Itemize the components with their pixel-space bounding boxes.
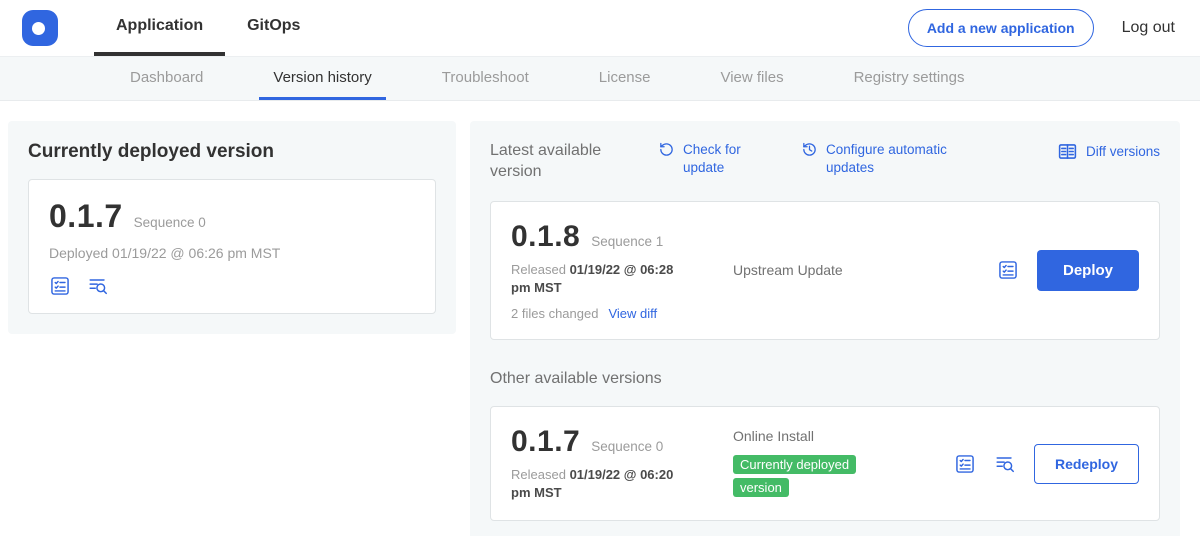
file-search-icon[interactable] — [87, 275, 109, 297]
release-notes-icon[interactable] — [49, 275, 71, 297]
subnav-item-dashboard[interactable]: Dashboard — [116, 57, 217, 100]
other-version-number: 0.1.7 — [511, 425, 580, 459]
other-release-card: 0.1.7 Sequence 0 Released 01/19/22 @ 06:… — [490, 406, 1160, 521]
app-logo[interactable] — [22, 10, 58, 46]
other-released-date: Released 01/19/22 @ 06:20 pm MST — [511, 466, 689, 502]
status-badge-wrap: Currently deployed version — [733, 453, 873, 499]
main-content: Currently deployed version 0.1.7 Sequenc… — [0, 101, 1200, 536]
other-version-row: 0.1.7 Sequence 0 — [511, 425, 733, 459]
header-tabs: Application GitOps — [94, 0, 322, 56]
check-for-update-label: Check for update — [683, 141, 755, 176]
latest-sequence: Sequence 1 — [591, 234, 663, 249]
currently-deployed-title: Currently deployed version — [28, 141, 436, 163]
latest-version-row: 0.1.8 Sequence 1 — [511, 220, 733, 254]
subnav-item-license[interactable]: License — [585, 57, 665, 100]
currently-deployed-panel: Currently deployed version 0.1.7 Sequenc… — [8, 121, 456, 334]
other-release-info: 0.1.7 Sequence 0 Released 01/19/22 @ 06:… — [511, 425, 733, 502]
diff-versions-link[interactable]: Diff versions — [1057, 141, 1160, 162]
latest-release-card: 0.1.8 Sequence 1 Released 01/19/22 @ 06:… — [490, 201, 1160, 340]
release-notes-icon[interactable] — [997, 259, 1019, 281]
configure-automatic-updates-label: Configure automatic updates — [826, 141, 958, 176]
subnav-item-version-history[interactable]: Version history — [259, 57, 385, 100]
subnav-item-registry-settings[interactable]: Registry settings — [840, 57, 979, 100]
logout-link[interactable]: Log out — [1122, 19, 1175, 37]
latest-files-row: 2 files changed View diff — [511, 306, 733, 321]
file-search-icon[interactable] — [994, 453, 1016, 475]
other-release-source-block: Online Install Currently deployed versio… — [733, 428, 954, 499]
subnav-item-view-files[interactable]: View files — [706, 57, 797, 100]
other-release-source: Online Install — [733, 428, 954, 444]
check-for-update-link[interactable]: Check for update — [658, 141, 755, 176]
deployed-sequence: Sequence 0 — [134, 215, 206, 230]
deployed-date: Deployed 01/19/22 @ 06:26 pm MST — [49, 245, 415, 261]
deployed-actions — [49, 275, 415, 297]
latest-release-source: Upstream Update — [733, 262, 997, 278]
other-release-actions: Redeploy — [954, 444, 1139, 484]
redeploy-button[interactable]: Redeploy — [1034, 444, 1139, 484]
app-subnav: Dashboard Version history Troubleshoot L… — [0, 57, 1200, 101]
release-notes-icon[interactable] — [954, 453, 976, 475]
currently-deployed-badge: Currently deployed version — [733, 455, 856, 497]
clock-history-icon — [801, 141, 818, 158]
deployed-version-number: 0.1.7 — [49, 198, 123, 235]
view-diff-link[interactable]: View diff — [608, 306, 657, 321]
app-header: Application GitOps Add a new application… — [0, 0, 1200, 57]
other-available-versions-title: Other available versions — [490, 370, 1160, 388]
deployed-version-card: 0.1.7 Sequence 0 Deployed 01/19/22 @ 06:… — [28, 179, 436, 314]
configure-automatic-updates-link[interactable]: Configure automatic updates — [801, 141, 958, 176]
latest-available-header: Latest available version Check for updat… — [490, 141, 1160, 183]
latest-version-number: 0.1.8 — [511, 220, 580, 254]
header-right: Add a new application Log out — [908, 0, 1175, 56]
subnav-item-troubleshoot[interactable]: Troubleshoot — [428, 57, 543, 100]
diff-versions-label: Diff versions — [1086, 143, 1160, 161]
latest-release-info: 0.1.8 Sequence 1 Released 01/19/22 @ 06:… — [511, 220, 733, 321]
deployed-version-row: 0.1.7 Sequence 0 — [49, 198, 415, 235]
files-changed-label: 2 files changed — [511, 306, 598, 321]
latest-available-title: Latest available version — [490, 141, 624, 183]
app-logo-mark — [32, 22, 45, 35]
latest-available-panel: Latest available version Check for updat… — [470, 121, 1180, 536]
diff-versions-icon — [1057, 141, 1078, 162]
tab-application[interactable]: Application — [94, 0, 225, 56]
logo-wrap — [22, 0, 58, 56]
refresh-icon — [658, 141, 675, 158]
latest-release-actions: Deploy — [997, 250, 1139, 291]
latest-released-date: Released 01/19/22 @ 06:28 pm MST — [511, 261, 689, 297]
add-new-application-button[interactable]: Add a new application — [908, 9, 1094, 47]
deploy-button[interactable]: Deploy — [1037, 250, 1139, 291]
tab-gitops[interactable]: GitOps — [225, 0, 322, 56]
other-sequence: Sequence 0 — [591, 439, 663, 454]
